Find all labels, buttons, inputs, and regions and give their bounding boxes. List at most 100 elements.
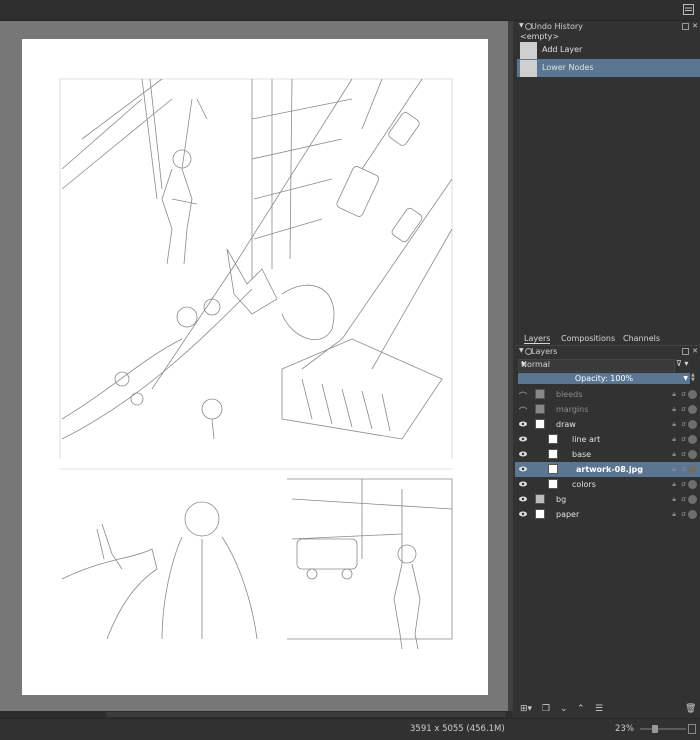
alpha-icon[interactable]: α <box>681 510 686 518</box>
eye-icon[interactable] <box>519 481 527 487</box>
document-page[interactable] <box>22 39 488 695</box>
layers-tabbar: Layers Compositions Channels <box>515 333 700 346</box>
layer-colors[interactable]: colors 🔒︎ α <box>515 477 700 492</box>
chevron-down-icon: ▼ <box>683 375 688 382</box>
inherit-alpha-icon[interactable] <box>688 435 697 444</box>
inherit-alpha-icon[interactable] <box>688 495 697 504</box>
zoom-slider[interactable] <box>640 728 686 730</box>
alpha-icon[interactable]: α <box>681 420 686 428</box>
eye-hidden-icon[interactable] <box>519 391 527 397</box>
layer-line-art[interactable]: line art 🔒︎ α <box>515 432 700 447</box>
layer-paper[interactable]: paper 🔒︎ α <box>515 507 700 522</box>
close-icon[interactable]: ✕ <box>692 347 698 355</box>
inherit-alpha-icon[interactable] <box>688 480 697 489</box>
layer-margins[interactable]: margins 🔒︎ α <box>515 402 700 417</box>
delete-icon[interactable]: 🗑︎ <box>685 704 696 714</box>
lock-icon[interactable]: 🔒︎ <box>672 435 676 444</box>
undo-history-list[interactable]: <empty> Add Layer Lower Nodes <box>515 32 700 341</box>
layer-name: bg <box>556 495 567 504</box>
layer-name: bleeds <box>556 390 583 399</box>
zoom-fit-icon[interactable] <box>688 724 696 734</box>
opacity-slider[interactable]: Opacity: 100% ▼ <box>518 373 690 384</box>
opacity-label: Opacity: 100% <box>574 374 634 383</box>
undo-item-lower-nodes[interactable]: Lower Nodes <box>517 59 700 77</box>
eye-icon[interactable] <box>519 436 527 442</box>
layer-draw[interactable]: draw 🔒︎ α <box>515 417 700 432</box>
opacity-spinner[interactable]: ▲ ▼ <box>691 373 698 384</box>
layer-name: base <box>572 450 592 459</box>
eye-hidden-icon[interactable] <box>519 406 527 412</box>
filter-icon[interactable]: ⊽ ▾ <box>676 359 698 370</box>
chevron-down-icon: ▼ <box>521 361 526 368</box>
move-down-icon[interactable]: ⌄ <box>560 704 568 714</box>
zoom-level[interactable]: 23% <box>615 724 634 734</box>
inherit-alpha-icon[interactable] <box>688 450 697 459</box>
layer-thumbnail <box>535 509 545 519</box>
alpha-icon[interactable]: α <box>681 435 686 443</box>
undo-item-label: Lower Nodes <box>542 63 594 72</box>
alpha-icon[interactable]: α <box>681 495 686 503</box>
inherit-alpha-icon[interactable] <box>688 420 697 429</box>
layers-header: ▼ Layers ✕ <box>515 347 700 358</box>
lock-icon[interactable]: 🔒︎ <box>672 510 676 519</box>
add-layer-icon[interactable]: ⊞▾ <box>520 704 532 714</box>
layer-base[interactable]: base 🔒︎ α <box>515 447 700 462</box>
canvas-area[interactable] <box>0 21 512 711</box>
eye-icon[interactable] <box>519 451 527 457</box>
float-dock-icon[interactable] <box>682 348 689 355</box>
zoom-slider-handle[interactable] <box>652 725 658 733</box>
lock-icon[interactable]: 🔒︎ <box>672 480 676 489</box>
layers-toolbar: ⊞▾ ❐ ⌄ ⌃ ☰ 🗑︎ <box>515 703 700 717</box>
tab-compositions[interactable]: Compositions <box>561 334 615 343</box>
alpha-icon[interactable]: α <box>681 405 686 413</box>
duplicate-icon[interactable]: ❐ <box>542 704 550 714</box>
close-icon[interactable]: ✕ <box>692 22 698 30</box>
layer-artwork-08[interactable]: artwork-08.jpg 🔒︎ α <box>515 462 700 477</box>
inherit-alpha-icon[interactable] <box>688 510 697 519</box>
eye-icon[interactable] <box>519 421 527 427</box>
tab-layers[interactable]: Layers <box>524 334 551 344</box>
eye-icon[interactable] <box>519 466 527 472</box>
layer-bleeds[interactable]: bleeds 🔒︎ α <box>515 387 700 402</box>
eye-icon[interactable] <box>519 511 527 517</box>
inherit-alpha-icon[interactable] <box>688 390 697 399</box>
move-up-icon[interactable]: ⌃ <box>577 704 585 714</box>
inherit-alpha-icon[interactable] <box>688 465 697 474</box>
layer-thumbnail <box>535 404 545 414</box>
layer-name: colors <box>572 480 596 489</box>
horizontal-scrollbar[interactable] <box>0 711 512 718</box>
lock-icon[interactable]: 🔒︎ <box>672 450 676 459</box>
collapse-arrow-icon[interactable]: ▼ <box>519 347 524 354</box>
alpha-icon[interactable]: α <box>681 465 686 473</box>
undo-thumbnail <box>520 60 537 77</box>
collapse-arrow-icon[interactable]: ▼ <box>519 22 524 29</box>
top-toolbar <box>0 0 700 21</box>
alpha-icon[interactable]: α <box>681 390 686 398</box>
layer-thumbnail <box>535 494 545 504</box>
menu-icon[interactable] <box>683 4 694 15</box>
alpha-icon[interactable]: α <box>681 450 686 458</box>
inherit-alpha-icon[interactable] <box>688 405 697 414</box>
blend-mode-select[interactable]: Normal ▼ <box>518 359 675 372</box>
undo-empty-item[interactable]: <empty> <box>520 32 559 41</box>
tab-channels[interactable]: Channels <box>623 334 660 343</box>
alpha-icon[interactable]: α <box>681 480 686 488</box>
lock-icon[interactable]: 🔒︎ <box>672 390 676 399</box>
lock-icon[interactable]: 🔒︎ <box>672 405 676 414</box>
properties-icon[interactable]: ☰ <box>595 704 603 714</box>
eye-icon[interactable] <box>519 496 527 502</box>
lock-icon[interactable]: 🔒︎ <box>672 465 676 474</box>
lock-icon[interactable]: 🔒︎ <box>672 420 676 429</box>
vertical-scrollbar[interactable] <box>508 21 513 711</box>
layer-bg[interactable]: bg 🔒︎ α <box>515 492 700 507</box>
undo-item-label: Add Layer <box>542 45 583 54</box>
horizontal-scrollbar-thumb[interactable] <box>106 712 506 717</box>
layer-name: draw <box>556 420 576 429</box>
float-dock-icon[interactable] <box>682 23 689 30</box>
undo-thumbnail <box>520 42 537 59</box>
undo-item-add-layer[interactable]: Add Layer <box>517 41 700 59</box>
layers-title: Layers <box>531 347 558 356</box>
dock-splitter[interactable] <box>515 327 700 331</box>
sketch-artwork <box>59 78 453 650</box>
lock-icon[interactable]: 🔒︎ <box>672 495 676 504</box>
